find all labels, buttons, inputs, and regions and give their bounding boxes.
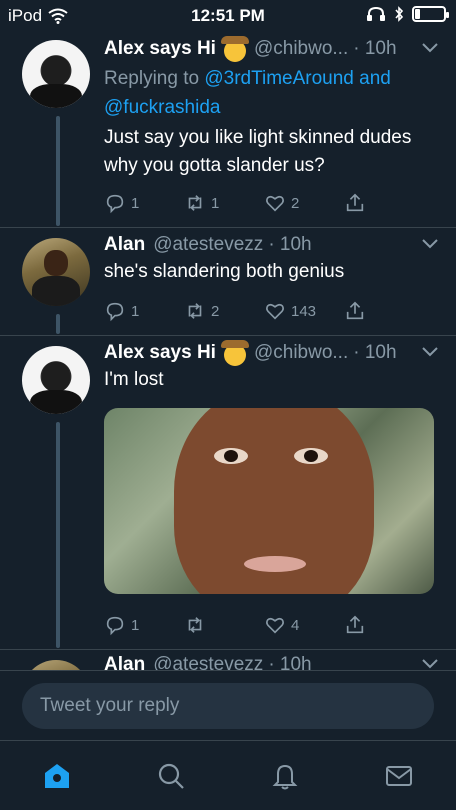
tab-search[interactable] xyxy=(114,741,228,810)
tweet-thread[interactable]: Alex says Hi @chibwo... · 10h Replying t… xyxy=(0,30,456,670)
handle: @atestevezz xyxy=(153,234,264,255)
search-icon xyxy=(158,763,184,789)
reply-icon xyxy=(106,302,124,322)
status-bar: iPod 12:51 PM xyxy=(0,0,456,30)
avatar[interactable] xyxy=(22,346,90,414)
status-right xyxy=(366,6,449,22)
timestamp: · 10h xyxy=(268,234,312,255)
reply-button[interactable]: 1 xyxy=(104,300,184,322)
retweet-count: 2 xyxy=(211,302,220,320)
tweet-actions: 1 4 xyxy=(104,614,424,636)
avatar[interactable] xyxy=(22,40,90,108)
timestamp: · 10h xyxy=(353,342,397,363)
share-icon xyxy=(346,615,364,634)
timestamp: · 10h xyxy=(268,654,312,670)
bottom-tab-bar xyxy=(0,740,456,810)
like-count: 4 xyxy=(291,616,300,634)
display-name[interactable]: Alan xyxy=(104,234,145,256)
retweet-count: 1 xyxy=(211,194,220,212)
chevron-down-icon[interactable] xyxy=(422,656,438,670)
battery-icon xyxy=(412,6,449,22)
tweet-media-image[interactable] xyxy=(104,408,434,594)
tweet-actions: 1 2 143 xyxy=(104,300,424,322)
home-icon xyxy=(45,763,69,788)
reply-button[interactable]: 1 xyxy=(104,192,184,214)
retweet-button[interactable]: 1 xyxy=(184,192,264,214)
heart-icon xyxy=(266,303,284,320)
reply-icon xyxy=(106,194,124,214)
reply-icon xyxy=(106,616,124,636)
tweet-header: Alex says Hi @chibwo... · 10h xyxy=(104,340,438,366)
avatar[interactable] xyxy=(22,238,90,306)
retweet-icon xyxy=(188,195,202,211)
tweet[interactable]: Alex says Hi @chibwo... · 10h I'm lost 1 xyxy=(0,336,456,650)
retweet-icon xyxy=(188,303,202,319)
tab-notifications[interactable] xyxy=(228,741,342,810)
share-icon xyxy=(346,193,364,212)
display-name[interactable]: Alex says Hi xyxy=(104,38,216,60)
mention-link[interactable]: @3rdTimeAround xyxy=(204,68,354,89)
like-button[interactable]: 143 xyxy=(264,300,344,322)
share-button[interactable] xyxy=(344,300,424,322)
heart-icon xyxy=(266,195,284,212)
like-count: 143 xyxy=(291,302,317,320)
mention-and[interactable]: and xyxy=(359,68,391,89)
thread-connector xyxy=(56,116,60,226)
notifications-icon xyxy=(272,764,298,789)
chevron-down-icon[interactable] xyxy=(422,236,438,253)
tweet-text: I'm lost xyxy=(104,369,164,390)
headphones-icon xyxy=(367,6,385,21)
tweet-header: Alan @atestevezz · 10h xyxy=(104,654,438,670)
heart-icon xyxy=(266,617,284,634)
reply-count: 1 xyxy=(131,302,140,320)
handle: @atestevezz xyxy=(153,654,264,670)
media-face xyxy=(174,408,374,594)
thread-connector xyxy=(56,314,60,334)
tweet[interactable]: Alan @atestevezz · 10h xyxy=(0,650,456,670)
cowboy-emoji-icon xyxy=(220,340,249,366)
like-button[interactable]: 2 xyxy=(264,192,344,214)
messages-icon xyxy=(386,765,412,786)
tab-messages[interactable] xyxy=(342,741,456,810)
avatar[interactable] xyxy=(22,660,90,670)
tweet-header: Alan @atestevezz · 10h xyxy=(104,234,438,256)
handle: @chibwo... xyxy=(253,38,349,59)
tweet-text: she's slandering both genius xyxy=(104,261,345,282)
tweet-reply-input[interactable] xyxy=(22,683,434,729)
tweet[interactable]: Alan @atestevezz · 10h she's slandering … xyxy=(0,228,456,336)
cowboy-emoji-icon xyxy=(220,36,249,62)
reply-bar xyxy=(0,670,456,740)
tweet[interactable]: Alex says Hi @chibwo... · 10h Replying t… xyxy=(0,30,456,228)
replying-to: Replying to @3rdTimeAround and @fuckrash… xyxy=(104,64,391,122)
tab-home[interactable] xyxy=(0,741,114,810)
bluetooth-icon xyxy=(395,6,404,22)
retweet-button[interactable]: 2 xyxy=(184,300,264,322)
like-button[interactable]: 4 xyxy=(264,614,344,636)
reply-button[interactable]: 1 xyxy=(104,614,184,636)
like-count: 2 xyxy=(291,194,300,212)
timestamp: · 10h xyxy=(353,38,397,59)
share-button[interactable] xyxy=(344,192,424,214)
tweet-actions: 1 1 2 xyxy=(104,192,424,214)
tweet-text: Just say you like light skinned dudes wh… xyxy=(104,127,412,176)
thread-connector xyxy=(56,422,60,648)
share-button[interactable] xyxy=(344,614,424,636)
share-icon xyxy=(346,301,364,320)
replying-prefix: Replying to xyxy=(104,68,200,89)
display-name[interactable]: Alan xyxy=(104,654,145,670)
retweet-icon xyxy=(188,617,202,633)
chevron-down-icon[interactable] xyxy=(422,40,438,57)
chevron-down-icon[interactable] xyxy=(422,344,438,361)
reply-count: 1 xyxy=(131,194,140,212)
mention-link[interactable]: @fuckrashida xyxy=(104,97,220,118)
reply-count: 1 xyxy=(131,616,140,634)
handle: @chibwo... xyxy=(253,342,349,363)
retweet-button[interactable] xyxy=(184,614,264,636)
tweet-header: Alex says Hi @chibwo... · 10h xyxy=(104,36,438,62)
display-name[interactable]: Alex says Hi xyxy=(104,342,216,364)
